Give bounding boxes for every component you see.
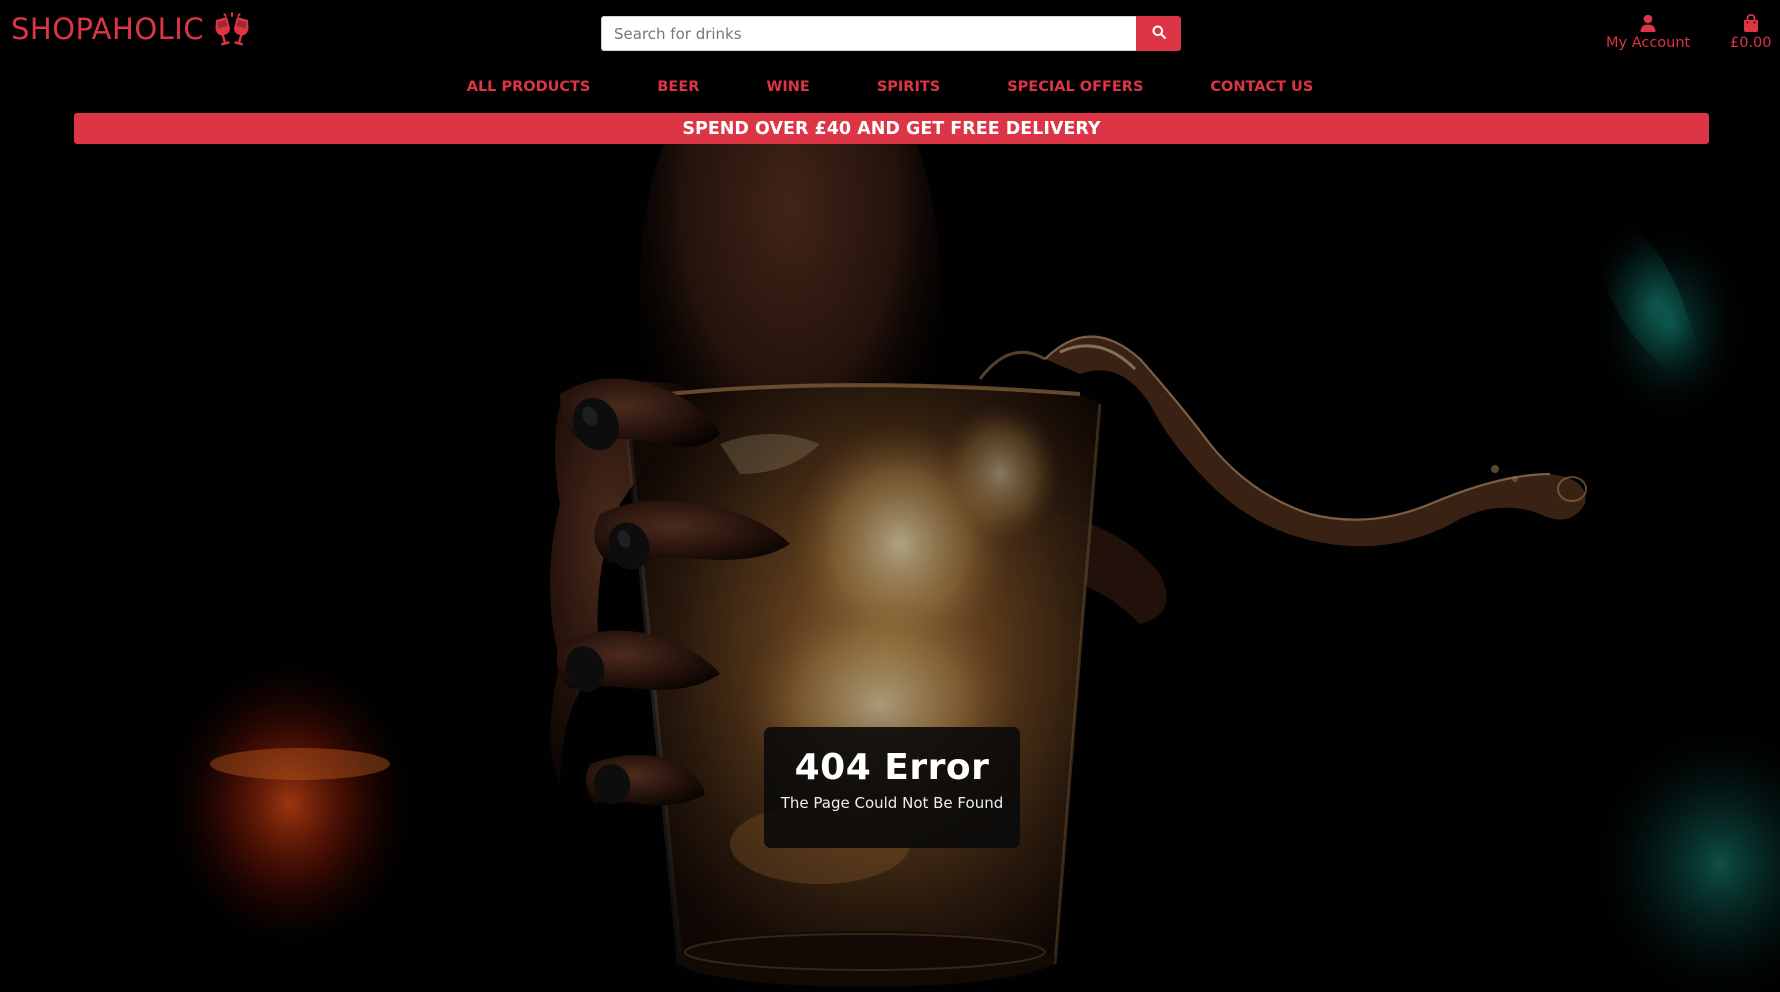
main-nav: ALL PRODUCTS BEER WINE SPIRITS SPECIAL O…	[0, 68, 1780, 112]
nav-spirits[interactable]: SPIRITS	[877, 68, 940, 112]
nav-beer[interactable]: BEER	[657, 68, 699, 112]
error-card: 404 Error The Page Could Not Be Found	[764, 727, 1020, 848]
my-account-label: My Account	[1606, 35, 1691, 51]
glass-cheers-icon	[212, 12, 252, 46]
nav-all-products[interactable]: ALL PRODUCTS	[467, 68, 591, 112]
my-account-link[interactable]: My Account	[1606, 12, 1690, 51]
shopping-bag-link[interactable]: £0.00	[1730, 12, 1772, 51]
search-bar	[601, 16, 1181, 51]
nav-wine[interactable]: WINE	[766, 68, 809, 112]
brand-name: SHOPAHOLIC	[11, 12, 205, 46]
search-button[interactable]	[1136, 16, 1181, 51]
shopping-bag-icon	[1743, 12, 1759, 32]
search-icon	[1152, 25, 1166, 42]
error-title: 404 Error	[794, 747, 990, 788]
nav-special-offers[interactable]: SPECIAL OFFERS	[1007, 68, 1143, 112]
page: SHOPAHOLIC Search for drinks My Account …	[0, 0, 1780, 992]
bag-total: £0.00	[1730, 35, 1772, 51]
nav-contact-us[interactable]: CONTACT US	[1210, 68, 1313, 112]
whisky-glass-photo	[0, 144, 1780, 992]
site-header: SHOPAHOLIC Search for drinks My Account …	[0, 0, 1780, 68]
error-message: The Page Could Not Be Found	[780, 794, 1004, 812]
user-icon	[1640, 12, 1656, 32]
search-input[interactable]	[601, 16, 1136, 51]
free-delivery-banner: SPEND OVER £40 AND GET FREE DELIVERY	[74, 113, 1709, 144]
hero-background: 404 Error The Page Could Not Be Found	[0, 144, 1780, 992]
brand-logo[interactable]: SHOPAHOLIC	[11, 12, 252, 46]
banner-text: SPEND OVER £40 AND GET FREE DELIVERY	[682, 118, 1101, 139]
